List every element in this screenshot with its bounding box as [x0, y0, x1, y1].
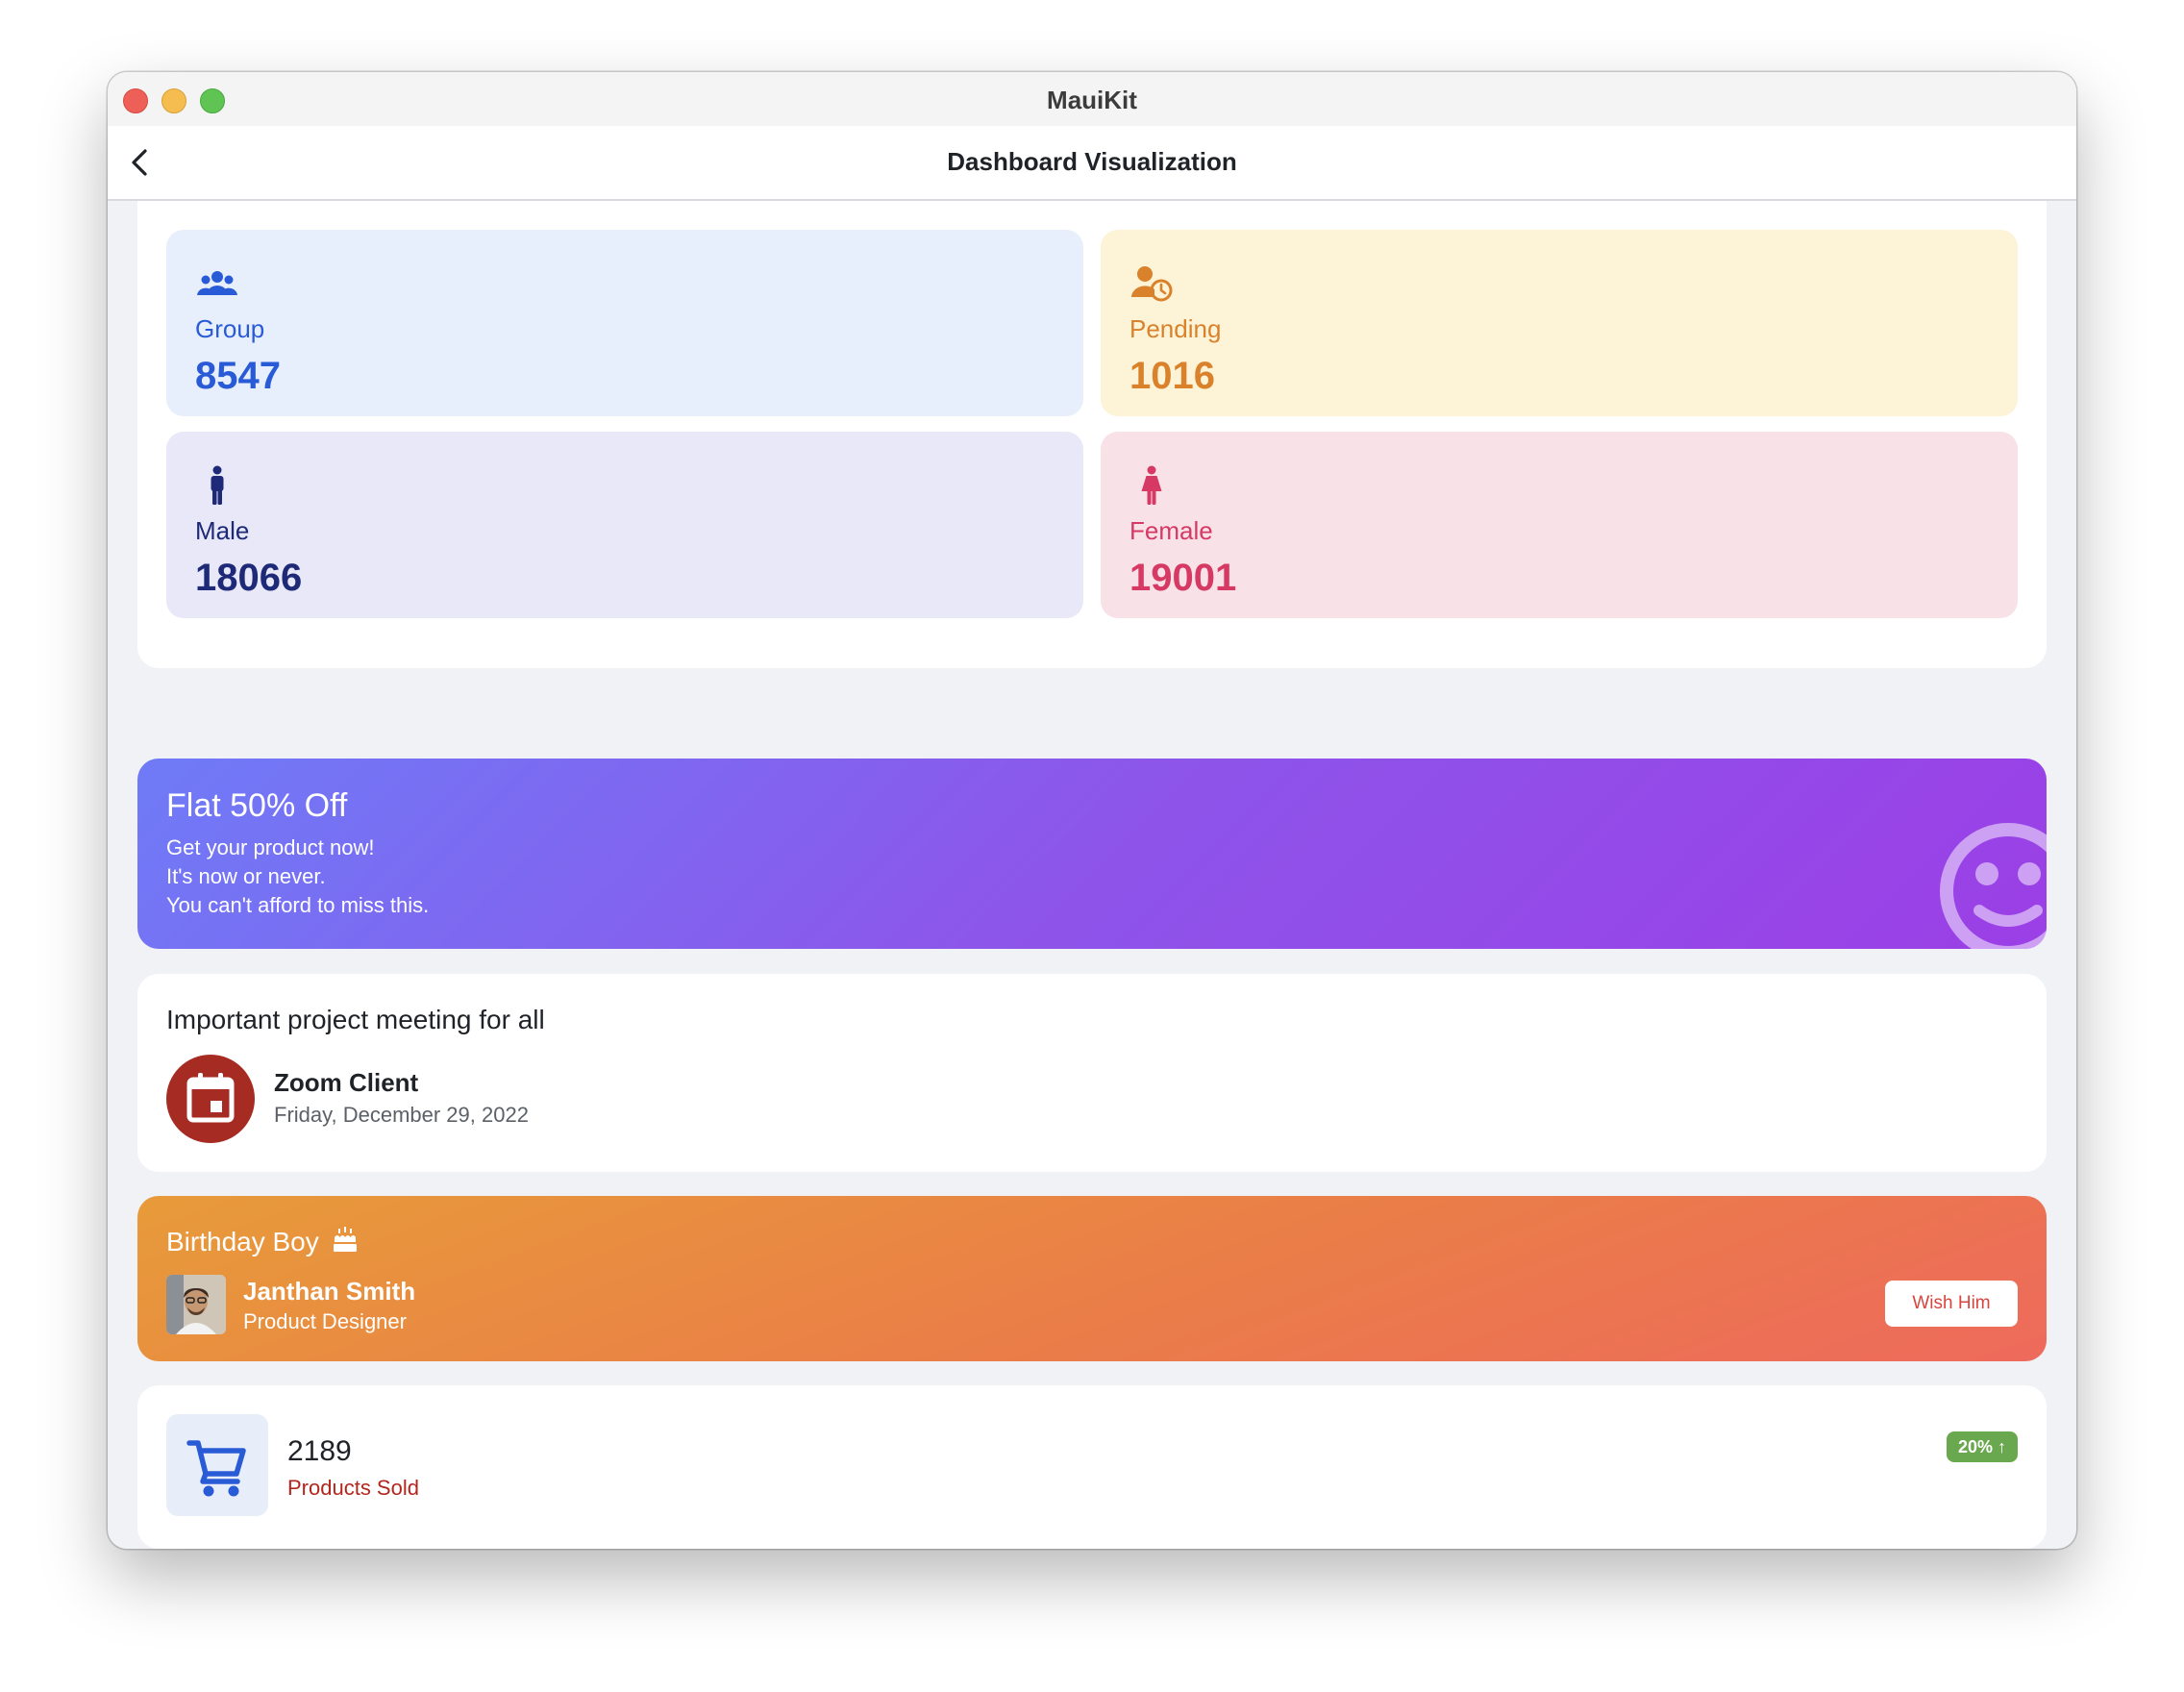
products-sold-label: Products Sold [287, 1476, 419, 1500]
navigation-bar: Dashboard Visualization [108, 126, 2076, 201]
growth-badge-text: 20% [1957, 1437, 1993, 1456]
growth-badge: 20% ↑ [1946, 1431, 2018, 1462]
meeting-card[interactable]: Important project meeting for all Zoom C… [137, 974, 2047, 1172]
cart-icon-box [166, 1414, 268, 1516]
products-sold-number: 2189 [287, 1435, 352, 1467]
stat-value: 19001 [1129, 557, 1237, 599]
stat-label: Male [195, 516, 250, 545]
stat-value: 1016 [1129, 355, 1215, 397]
group-icon [197, 271, 237, 295]
birthday-role: Product Designer [243, 1309, 407, 1333]
stats-panel: Group 8547 Pending 1016 Male 18066 Femal… [137, 201, 2047, 668]
birthday-title: Birthday Boy [166, 1225, 360, 1257]
user-clock-icon [1131, 266, 1173, 302]
cake-icon [333, 1227, 357, 1252]
promo-banner[interactable]: Flat 50% Off Get your product now! It's … [137, 759, 2047, 949]
birthday-card: Birthday Boy Janthan Smith Product Desig… [137, 1196, 2047, 1361]
stat-label: Female [1129, 516, 1213, 545]
female-icon [1141, 465, 1162, 505]
smiley-icon [1940, 823, 2047, 949]
stat-card-female[interactable]: Female 19001 [1101, 432, 2018, 618]
title-bar: MauiKit [108, 72, 2076, 126]
avatar [166, 1275, 226, 1334]
calendar-icon [186, 1073, 235, 1123]
stat-label: Pending [1129, 314, 1222, 343]
male-icon [211, 465, 224, 505]
scroll-content[interactable]: Group 8547 Pending 1016 Male 18066 Femal… [108, 201, 2076, 1549]
promo-line: It's now or never. [166, 864, 326, 888]
birthday-title-text: Birthday Boy [166, 1227, 319, 1257]
window-title: MauiKit [1047, 86, 1137, 114]
birthday-name: Janthan Smith [243, 1277, 416, 1306]
cart-icon [186, 1440, 246, 1497]
stat-card-pending[interactable]: Pending 1016 [1101, 230, 2018, 416]
meeting-app: Zoom Client [274, 1068, 419, 1097]
meeting-date: Friday, December 29, 2022 [274, 1103, 529, 1127]
arrow-up-icon: ↑ [1998, 1437, 2006, 1456]
promo-line: You can't afford to miss this. [166, 893, 430, 917]
page-title: Dashboard Visualization [947, 147, 1237, 176]
stat-card-group[interactable]: Group 8547 [166, 230, 1083, 416]
stat-value: 18066 [195, 557, 303, 599]
meeting-heading: Important project meeting for all [166, 1005, 545, 1034]
stat-value: 8547 [195, 355, 281, 397]
promo-line: Get your product now! [166, 835, 375, 859]
app-window: MauiKit Dashboard Visualization Group 85… [108, 72, 2076, 1549]
meeting-avatar [166, 1055, 255, 1143]
promo-title: Flat 50% Off [166, 787, 348, 824]
products-sold-card[interactable]: 2189 Products Sold 20% ↑ [137, 1385, 2047, 1549]
wish-him-button[interactable]: Wish Him [1885, 1281, 2018, 1327]
stat-label: Group [195, 314, 265, 343]
stat-card-male[interactable]: Male 18066 [166, 432, 1083, 618]
